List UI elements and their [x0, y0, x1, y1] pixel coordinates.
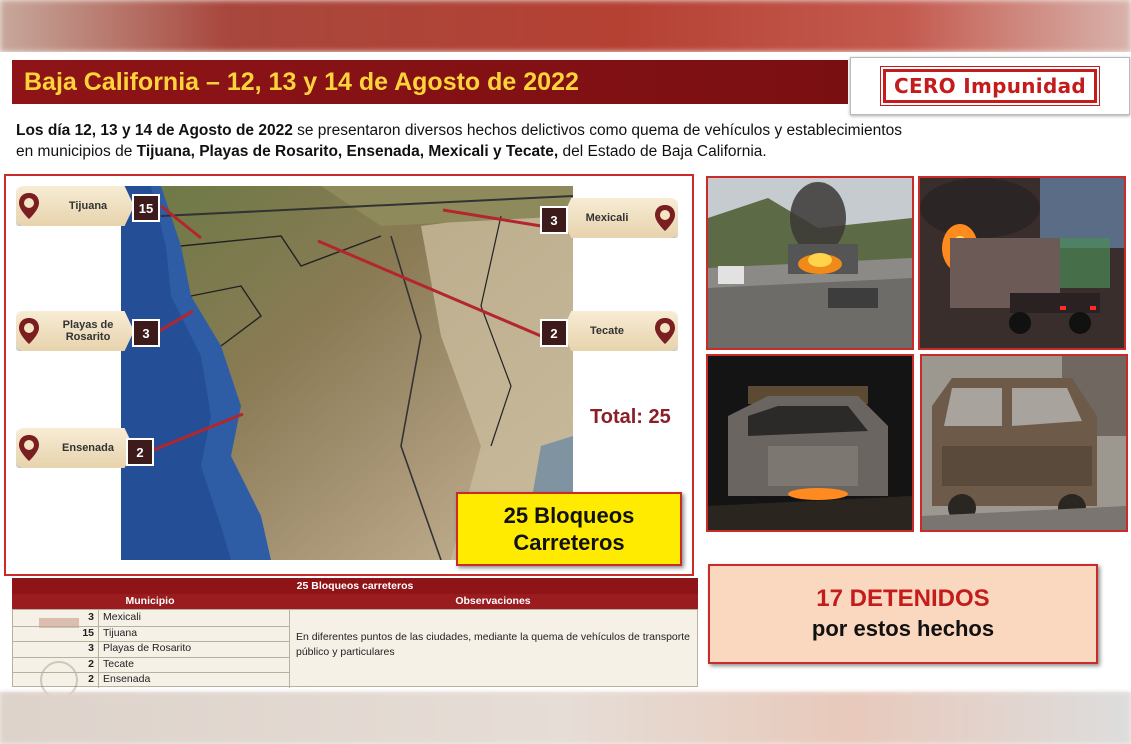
photo-burning-truck	[918, 176, 1126, 350]
row-count: 3	[13, 641, 99, 657]
blurred-top-band	[0, 0, 1131, 52]
photo-burned-van-night-image	[708, 356, 912, 530]
photo-burning-bus-image	[708, 178, 912, 348]
table-row: 15 Tijuana	[13, 625, 289, 642]
slide-title: Baja California – 12, 13 y 14 de Agosto …	[24, 67, 579, 96]
title-bar: Baja California – 12, 13 y 14 de Agosto …	[12, 60, 848, 104]
detenidos-line1: 17 DETENIDOS	[816, 585, 990, 612]
col-observaciones: Observaciones	[455, 595, 531, 607]
location-marker-icon	[19, 193, 39, 219]
desc-bold-municipios: Tijuana, Playas de Rosarito, Ensenada, M…	[136, 143, 559, 160]
table-row: 3 Playas de Rosarito	[13, 641, 289, 658]
location-marker-icon	[19, 318, 39, 344]
pin-mexicali: Mexicali	[562, 198, 678, 238]
table-header: Municipio Observaciones	[12, 594, 698, 609]
location-marker-icon	[655, 205, 675, 231]
slide: Baja California – 12, 13 y 14 de Agosto …	[0, 52, 1131, 699]
cero-impunidad-logo: CERO Impunidad	[850, 57, 1130, 115]
row-municipio: Tijuana	[103, 626, 138, 639]
photo-burning-truck-image	[920, 178, 1124, 348]
detenidos-callout: 17 DETENIDOS por estos hechos	[708, 564, 1098, 664]
total-count: Total: 25	[590, 406, 671, 428]
pin-label-tecate: Tecate	[589, 325, 625, 337]
bloqueos-table: 25 Bloqueos carreteros Municipio Observa…	[12, 578, 699, 699]
count-badge-mexicali: 3	[540, 206, 568, 234]
map-panel: Tijuana 15 Playas de Rosarito 3 Ensenada…	[4, 174, 694, 576]
row-count: 15	[13, 625, 99, 641]
desc-line2-rest: del Estado de Baja California.	[558, 143, 767, 160]
desc-bold-dates: Los día 12, 13 y 14 de Agosto de 2022	[16, 122, 293, 139]
bloqueos-line2: Carreteros	[513, 530, 625, 555]
detenidos-line2: por estos hechos	[811, 616, 995, 641]
row-count: 2	[13, 656, 99, 672]
table-row: 3 Mexicali	[13, 610, 289, 627]
photo-burned-van-day	[920, 354, 1128, 532]
pin-label-playas-de-rosarito: Playas de Rosarito	[62, 319, 114, 343]
pin-label-tijuana: Tijuana	[68, 200, 108, 212]
observaciones-cell: En diferentes puntos de las ciudades, me…	[289, 610, 699, 688]
description: Los día 12, 13 y 14 de Agosto de 2022 se…	[16, 120, 1116, 162]
row-municipio: Mexicali	[103, 611, 141, 623]
count-badge-tijuana: 15	[132, 194, 160, 222]
row-municipio: Playas de Rosarito	[103, 642, 192, 654]
pin-label-ensenada: Ensenada	[62, 442, 114, 454]
table-body: 3 Mexicali 15 Tijuana 3 Playas de Rosari…	[12, 609, 699, 699]
row-count: 2	[13, 672, 99, 688]
desc-line1-rest: se presentaron diversos hechos delictivo…	[292, 122, 902, 139]
count-badge-ensenada: 2	[126, 438, 154, 466]
col-municipio: Municipio	[125, 595, 175, 607]
pin-label-mexicali: Mexicali	[585, 212, 629, 224]
count-badge-tecate: 2	[540, 319, 568, 347]
pin-playas-de-rosarito: Playas de Rosarito	[16, 311, 134, 351]
desc-line2-start: en municipios de	[16, 143, 137, 160]
count-badge-playas-de-rosarito: 3	[132, 319, 160, 347]
row-municipio: Tecate	[103, 657, 134, 670]
bloqueos-callout: 25 Bloqueos Carreteros	[456, 492, 682, 566]
row-municipio: Ensenada	[103, 673, 151, 685]
location-marker-icon	[19, 435, 39, 461]
table-caption: 25 Bloqueos carreteros	[12, 578, 698, 594]
photo-burned-van-night	[706, 354, 914, 532]
pin-ensenada: Ensenada	[16, 428, 134, 468]
blurred-bottom-band	[0, 692, 1131, 744]
location-marker-icon	[655, 318, 675, 344]
pin-tecate: Tecate	[562, 311, 678, 351]
bloqueos-line1: 25 Bloqueos	[503, 503, 635, 528]
table-row: 2 Ensenada	[13, 672, 289, 688]
pin-tijuana: Tijuana	[16, 186, 134, 226]
logo-stamp-text: CERO Impunidad	[880, 66, 1100, 106]
table-row: 2 Tecate	[13, 656, 289, 673]
photo-burned-van-day-image	[922, 356, 1126, 530]
photo-burning-bus	[706, 176, 914, 350]
row-count: 3	[13, 610, 99, 626]
